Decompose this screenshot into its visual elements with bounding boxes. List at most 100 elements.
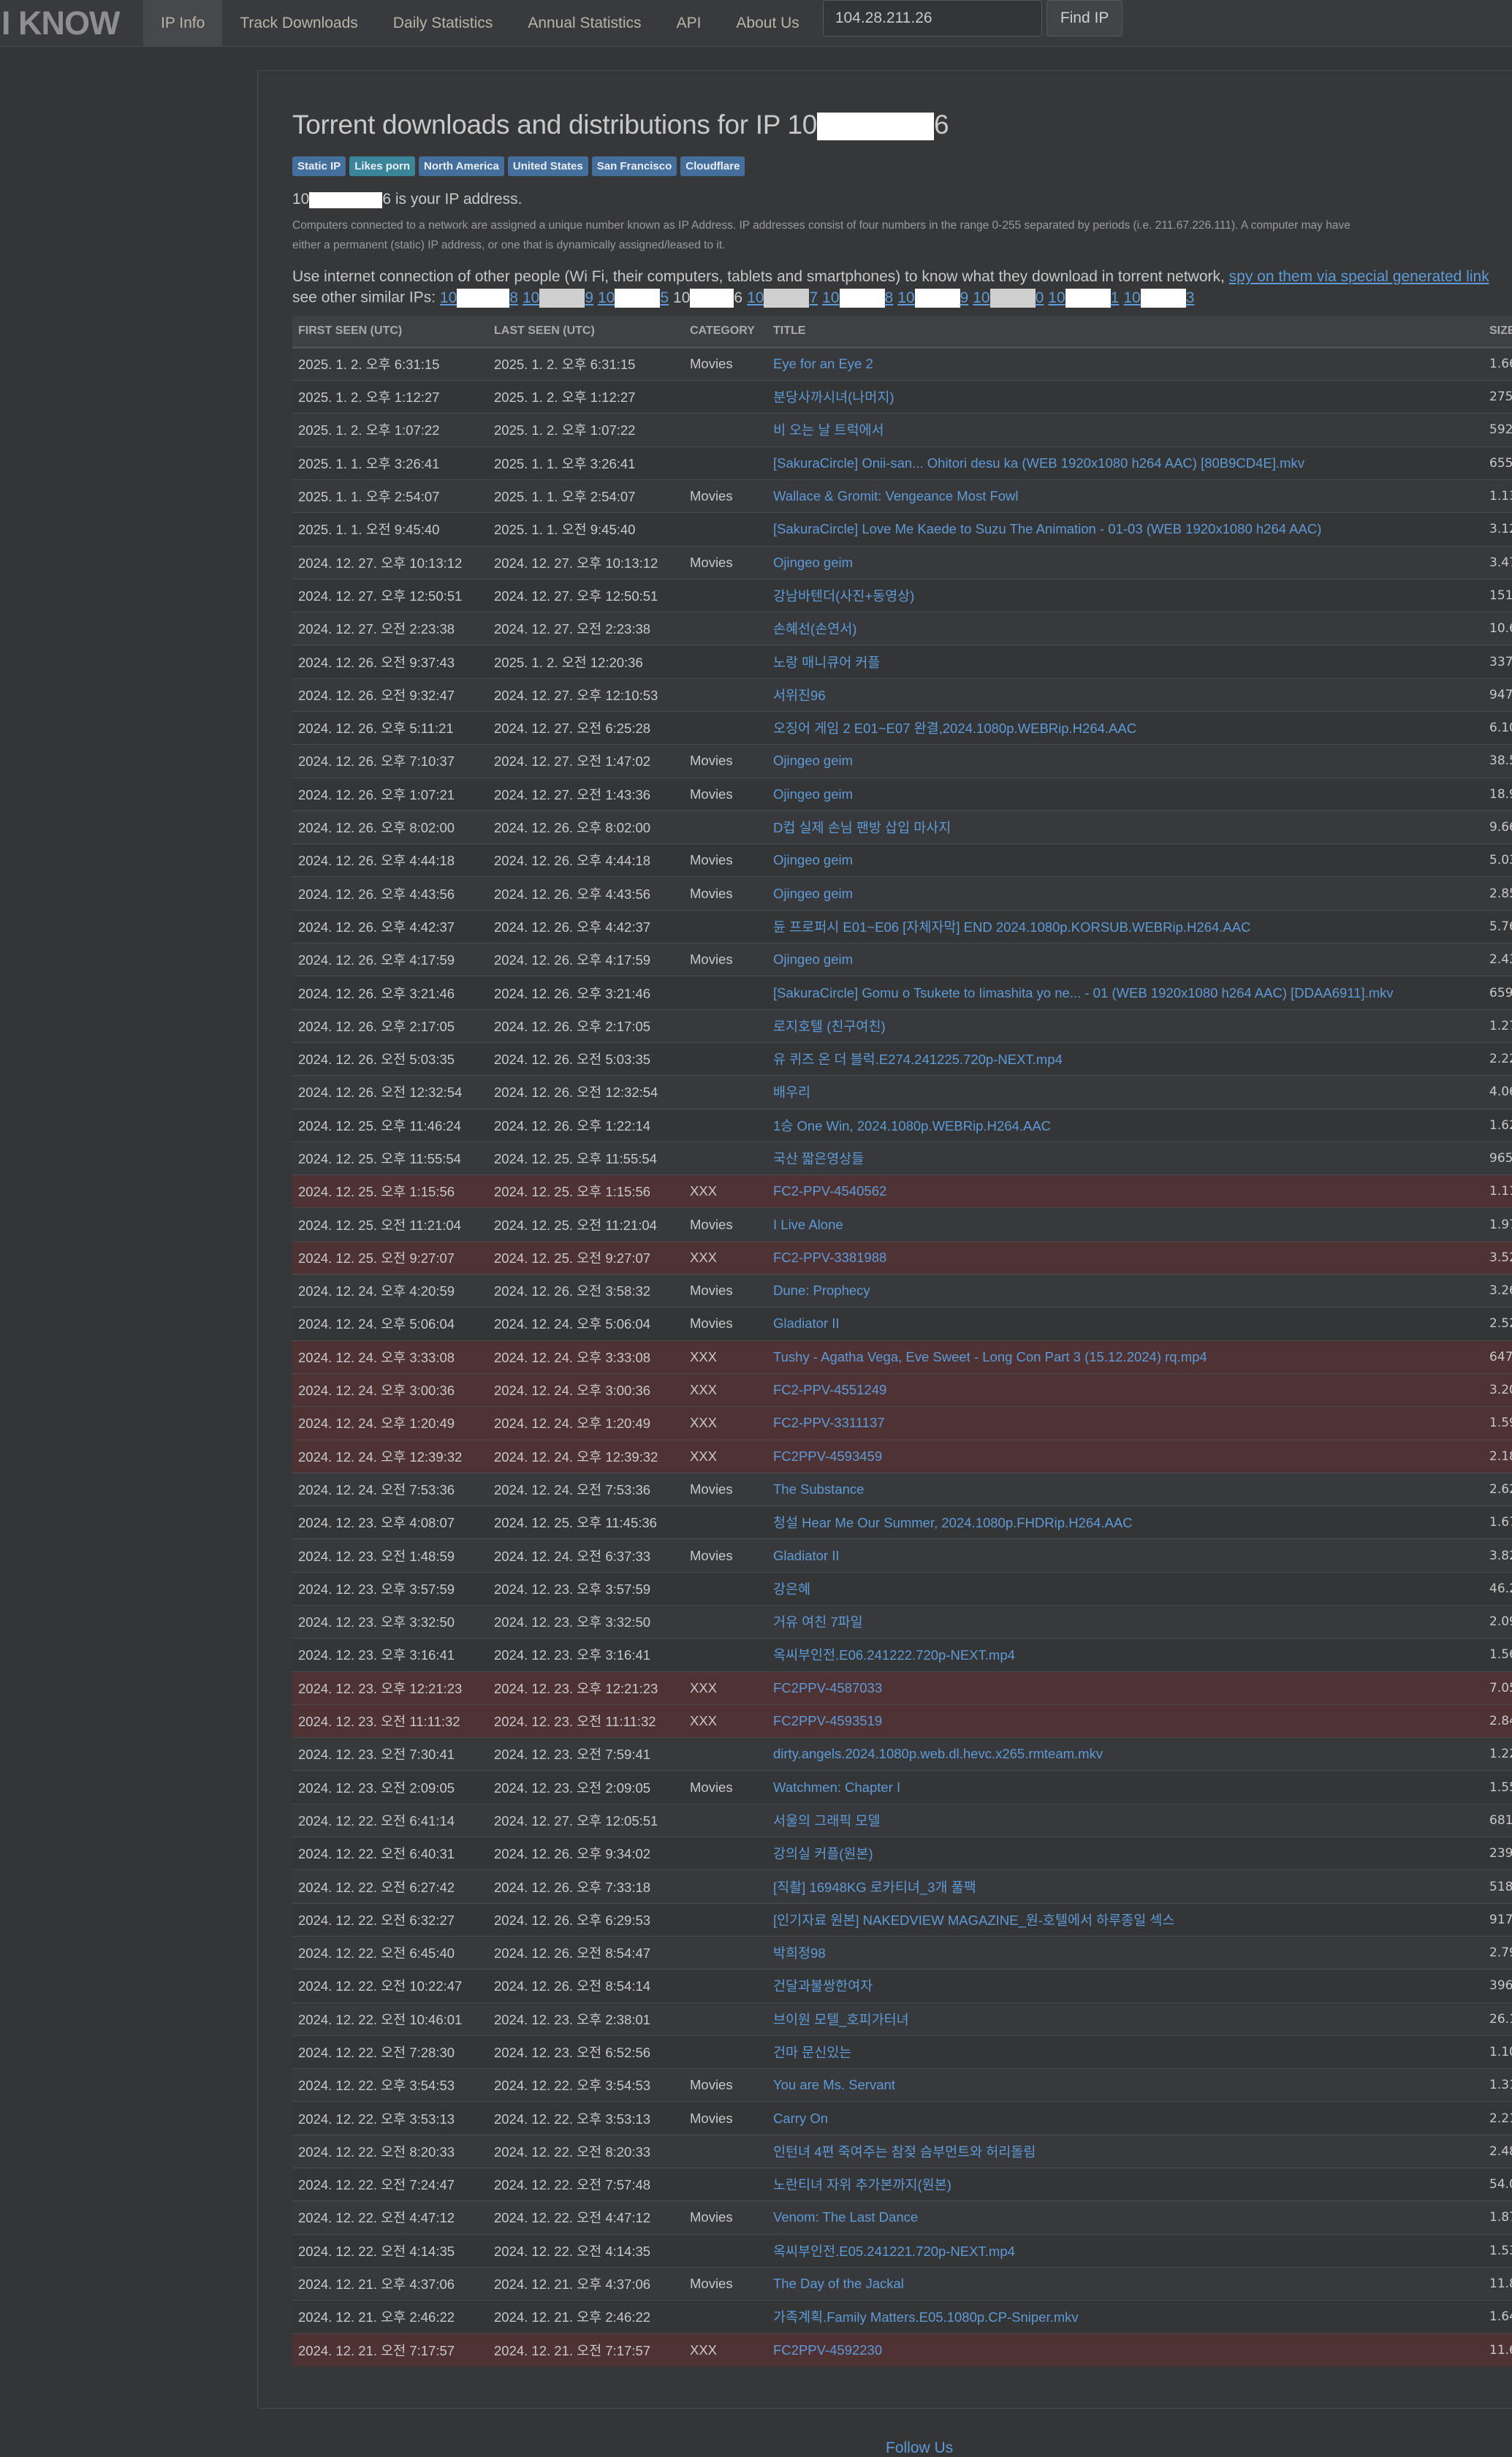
tag-badge: United States [507,156,588,177]
torrent-title-link[interactable]: FC2PPV-4593519 [773,1713,882,1728]
torrent-title-link[interactable]: Gladiator II [773,1548,840,1563]
torrent-title-link[interactable]: Ojingeo geim [773,886,853,901]
torrent-title-link[interactable]: Tushy - Agatha Vega, Eve Sweet - Long Co… [773,1349,1207,1364]
torrent-title-link[interactable]: 강남바텐더(사진+동영상) [773,588,914,604]
torrent-title-link[interactable]: You are Ms. Servant [773,2077,895,2092]
last-seen-cell: 2024. 12. 24. 오후 3:00:36 [488,1372,684,1407]
brand-logo[interactable]: I KNOW [0,0,143,46]
torrent-title-link[interactable]: 로지호텔 (친구여친) [773,1019,886,1034]
follow-us-link[interactable]: Follow Us [886,2439,953,2457]
similar-ip-link[interactable]: 10 0 [973,289,1044,308]
torrent-title-link[interactable]: 청설 Hear Me Our Summer, 2024.1080p.FHDRip… [773,1515,1133,1530]
torrent-title-link[interactable]: dirty.angels.2024.1080p.web.dl.hevc.x265… [773,1746,1103,1761]
table-row: 2024. 12. 21. 오후 4:37:06 2024. 12. 21. 오후… [292,2266,1512,2301]
torrent-title-link[interactable]: Venom: The Last Dance [773,2209,918,2225]
similar-ip-link[interactable]: 10 5 [598,289,669,308]
category-cell: Movies [684,1472,767,1506]
torrent-title-link[interactable]: 옥씨부인전.E05.241221.720p-NEXT.mp4 [773,2244,1015,2259]
torrent-title-link[interactable]: FC2PPV-4593459 [773,1448,882,1464]
similar-ip-link[interactable]: 10 3 [1123,289,1194,308]
torrent-title-link[interactable]: 국산 짧은영상들 [773,1151,864,1166]
torrent-title-link[interactable]: 거유 여친 7파일 [773,1614,863,1630]
torrent-title-link[interactable]: Gladiator II [773,1315,840,1331]
torrent-title-link[interactable]: 듄 프로퍼시 E01~E06 [자체자막] END 2024.1080p.KOR… [773,919,1250,935]
torrent-title-link[interactable]: FC2PPV-4587033 [773,1680,882,1695]
torrent-title-link[interactable]: 분당사까시녀(나머지) [773,390,894,405]
torrent-title-link[interactable]: D컵 실제 손님 팬방 삽입 마사지 [773,820,951,835]
column-title[interactable]: TITLE [767,316,1483,349]
similar-ip-link[interactable]: 10 8 [822,289,893,308]
table-row: 2024. 12. 26. 오후 4:44:18 2024. 12. 26. 오후… [292,843,1512,877]
torrent-title-link[interactable]: 강은혜 [773,1581,810,1597]
torrent-title-link[interactable]: Ojingeo geim [773,555,853,570]
column-first-seen[interactable]: FIRST SEEN (UTC) [292,316,488,349]
similar-ip-link[interactable]: 10 7 [747,289,818,308]
torrent-title-link[interactable]: 건마 문신있는 [773,2045,851,2060]
torrent-title-link[interactable]: 1승 One Win, 2024.1080p.WEBRip.H264.AAC [773,1118,1051,1133]
nav-item-track-downloads[interactable]: Track Downloads [222,0,375,46]
torrent-title-link[interactable]: 노랑 매니큐어 커플 [773,655,880,670]
torrent-title-link[interactable]: 가족계획.Family Matters.E05.1080p.CP-Sniper.… [773,2309,1079,2325]
torrent-title-link[interactable]: 강의실 커플(원본) [773,1846,873,1861]
similar-ip-link[interactable]: 10 1 [1048,289,1119,308]
nav-item-annual-statistics[interactable]: Annual Statistics [510,0,658,46]
column-size[interactable]: SIZE [1483,316,1512,349]
torrent-title-link[interactable]: The Day of the Jackal [773,2276,904,2291]
torrent-title-link[interactable]: The Substance [773,1481,864,1497]
last-seen-cell: 2024. 12. 23. 오전 6:52:56 [488,2035,684,2069]
nav-item-ip-info[interactable]: IP Info [143,0,223,46]
torrent-title-link[interactable]: 유 퀴즈 온 더 블럭.E274.241225.720p-NEXT.mp4 [773,1052,1063,1067]
torrent-title-link[interactable]: Ojingeo geim [773,952,853,967]
nav-item-api[interactable]: API [659,0,719,46]
torrent-title-link[interactable]: FC2-PPV-3311137 [773,1415,885,1430]
torrent-title-link[interactable]: Carry On [773,2111,828,2126]
torrent-title-link[interactable]: Eye for an Eye 2 [773,356,873,371]
size-cell: 1.22G [1483,1737,1512,1771]
torrent-title-link[interactable]: Ojingeo geim [773,852,853,867]
title-cell: Tushy - Agatha Vega, Eve Sweet - Long Co… [767,1340,1483,1374]
torrent-title-link[interactable]: [SakuraCircle] Gomu o Tsukete to Iimashi… [773,985,1394,1000]
ip-search-input[interactable] [822,0,1042,37]
torrent-title-link[interactable]: Dune: Prophecy [773,1283,870,1298]
torrent-title-link[interactable]: FC2-PPV-3381988 [773,1250,886,1265]
table-row: 2024. 12. 27. 오후 12:50:51 2024. 12. 27. 오… [292,578,1512,612]
torrent-title-link[interactable]: FC2-PPV-4551249 [773,1382,886,1397]
find-ip-button[interactable]: Find IP [1046,0,1123,37]
torrent-title-link[interactable]: 노란티녀 자위 추가본까지(원본) [773,2177,951,2192]
similar-ip-link[interactable]: 10 9 [523,289,593,308]
torrent-title-link[interactable]: I Live Alone [773,1217,843,1232]
spy-link[interactable]: spy on them via special generated link [1229,268,1489,285]
torrent-title-link[interactable]: 옥씨부인전.E06.241222.720p-NEXT.mp4 [773,1647,1015,1663]
torrent-title-link[interactable]: 서울의 그래픽 모델 [773,1813,880,1828]
category-cell [684,2168,767,2201]
nav-item-daily-statistics[interactable]: Daily Statistics [376,0,511,46]
torrent-title-link[interactable]: 건달과불쌍한여자 [773,1978,873,1994]
column-last-seen[interactable]: LAST SEEN (UTC) [488,316,684,349]
torrent-title-link[interactable]: 손혜선(손연서) [773,621,856,637]
category-cell [684,1803,767,1837]
column-category[interactable]: CATEGORY [684,316,767,349]
nav-item-about-us[interactable]: About Us [718,0,816,46]
torrent-title-link[interactable]: [SakuraCircle] Onii-san... Ohitori desu … [773,455,1304,471]
torrent-title-link[interactable]: Ojingeo geim [773,786,853,802]
torrent-title-link[interactable]: 서위진96 [773,688,826,703]
torrent-title-link[interactable]: Wallace & Gromit: Vengeance Most Fowl [773,488,1019,504]
torrent-title-link[interactable]: [직촬] 16948KG 로카티녀_3개 풀팩 [773,1880,976,1895]
torrent-title-link[interactable]: Watchmen: Chapter I [773,1780,900,1795]
ip-suffix: 9 [960,289,969,306]
torrent-title-link[interactable]: [SakuraCircle] Love Me Kaede to Suzu The… [773,521,1321,536]
torrent-title-link[interactable]: FC2PPV-4592230 [773,2342,882,2358]
torrent-title-link[interactable]: [인기자료 원본] NAKEDVIEW MAGAZINE_원-호텔에서 하루종일… [773,1913,1174,1928]
torrent-title-link[interactable]: 인턴녀 4편 죽여주는 참젖 슴부먼트와 허리돌림 [773,2144,1036,2160]
torrent-title-link[interactable]: 오징어 게임 2 E01~E07 완결,2024.1080p.WEBRip.H2… [773,721,1136,736]
torrent-title-link[interactable]: FC2-PPV-4540562 [773,1183,886,1199]
torrent-title-link[interactable]: 박희정98 [773,1945,826,1961]
similar-ip-link[interactable]: 10 8 [440,289,518,308]
title-cell: FC2-PPV-4540562 [767,1174,1483,1208]
category-cell: Movies [684,2068,767,2102]
torrent-title-link[interactable]: 비 오는 날 트럭에서 [773,422,884,438]
torrent-title-link[interactable]: 배우리 [773,1085,810,1100]
similar-ip-link[interactable]: 10 9 [897,289,969,308]
torrent-title-link[interactable]: 브이원 모텔_호피가터녀 [773,2012,909,2027]
torrent-title-link[interactable]: Ojingeo geim [773,753,853,768]
